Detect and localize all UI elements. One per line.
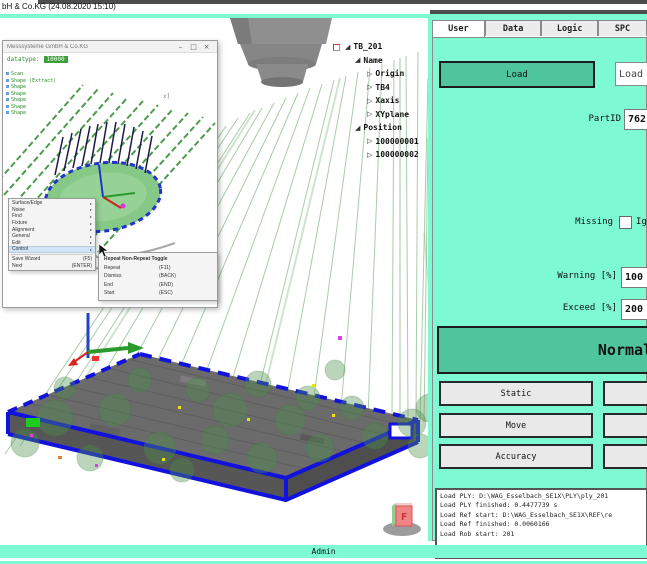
tree-expand-icon[interactable]: ▷ [367,83,372,91]
menu-item-next[interactable]: Next(ENTER) [9,262,95,269]
clipped-button-3[interactable] [603,444,647,469]
menu-item-find[interactable]: Find▸ [9,213,95,220]
tree-node-position[interactable]: ◢Position [345,121,428,135]
warning-label: Warning [%] [493,271,617,281]
load-status-box: Load [615,62,647,86]
status-bar: Admin [0,545,647,558]
logged-in-user: Admin [311,547,335,556]
menu-item-save[interactable]: Save Wizard(F5) [9,256,95,263]
minimize-icon[interactable]: – [174,43,187,51]
clipped-button-1[interactable] [603,381,647,406]
context-menu[interactable]: Surface/Edge▸ Noise▸ Find▸ Fixture▸ Alig… [8,198,96,271]
panel-body: Load Load PartID 762 Missing Ignore Warn… [432,37,647,541]
menu-separator [11,254,93,255]
axis-annotation: x] [163,93,170,100]
submenu-arrow-icon: ▸ [90,221,92,226]
submenu-arrow-icon: ▸ [90,214,92,219]
tree-node-tb4[interactable]: ▷TB4 [345,81,428,95]
inner-window-titlebar[interactable]: Messsysteme GmbH & Co.KG – □ × [3,41,217,53]
submenu-header: Repeat Non-Repeat Toggle [99,255,217,264]
host-window-title: bH & Co.KG (24.08.2020 15:10) [2,2,116,11]
submenu-arrow-icon: ▸ [90,201,92,206]
missing-label: Missing [513,217,613,227]
3d-viewport[interactable]: ◢TB_201 ◢Name ▷Origin ▷TB4 ▷Xaxis ▷XYpla… [0,18,428,541]
tab-user[interactable]: User [432,20,485,37]
tree-node-100000002[interactable]: ▷100000002 [345,148,428,162]
origin-marker-icon [333,44,340,51]
tab-data[interactable]: Data [485,20,542,36]
exceed-label: Exceed [%] [493,303,617,313]
tree-expand-icon[interactable]: ▷ [367,137,372,145]
feature-tree[interactable]: ◢TB_201 ◢Name ▷Origin ▷TB4 ▷Xaxis ▷XYpla… [345,40,428,162]
mouse-cursor-icon [98,244,110,258]
missing-suffix-label: Ignore [636,217,647,227]
status-normal-button[interactable]: Normal [437,326,647,374]
cylinder-fixture [230,18,332,87]
context-submenu[interactable]: Repeat Non-Repeat Toggle Repeat(F11) Dis… [98,252,218,301]
view-cube-left-face [392,503,396,526]
scan-item-list[interactable]: Scan Shape (Extract) Shape Shape Shape S… [6,71,56,117]
menu-item-fixture[interactable]: Fixture▸ [9,220,95,227]
tree-expand-icon[interactable]: ▷ [367,97,372,105]
submenu-item-end[interactable]: End(END) [99,281,217,290]
submenu-arrow-icon: ▸ [90,247,92,252]
panel-tabs: User Data Logic SPC [432,20,647,37]
submenu-item-dismiss[interactable]: Dismiss(BACK) [99,272,217,281]
tree-expand-icon[interactable]: ◢ [355,56,360,64]
menu-item-noise[interactable]: Noise▸ [9,207,95,214]
submenu-arrow-icon: ▸ [90,227,92,232]
log-line: Load Ref start: D:\WAG_Esselbach_SE1X\RE… [440,511,643,520]
log-line: Load Rob start: 201 [440,530,643,539]
maximize-icon[interactable]: □ [187,43,200,51]
control-panel: User Data Logic SPC Load Load PartID 762… [432,20,647,541]
inner-window-toolbar: datatype: 10000 [7,56,68,63]
warning-field[interactable]: 100 [621,267,647,288]
tree-node-name[interactable]: ◢Name [345,54,428,68]
tree-expand-icon[interactable]: ▷ [367,151,372,159]
tree-node-origin[interactable]: ▷Origin [345,67,428,81]
submenu-item-repeat[interactable]: Repeat(F11) [99,264,217,273]
datatype-badge: 10000 [44,56,68,63]
inner-window-title: Messsysteme GmbH & Co.KG [7,44,174,50]
tab-logic[interactable]: Logic [541,20,598,36]
clipped-button-2[interactable] [603,413,647,438]
datatype-label: datatype: [7,56,40,63]
move-button[interactable]: Move [439,413,593,438]
menu-item-control[interactable]: Control▸ [9,246,95,253]
partid-label: PartID [523,114,621,124]
submenu-arrow-icon: ▸ [90,240,92,245]
menu-item-edit[interactable]: Edit▸ [9,240,95,247]
list-item[interactable]: Shape [6,110,56,117]
view-cube[interactable]: F [380,496,424,538]
menu-item-surface-edge[interactable]: Surface/Edge▸ [9,200,95,207]
log-line: Load Ref finished: 0.0060166 [440,520,643,529]
log-line: Load PLY: D:\WAG_Esselbach_SE1X\PLY\ply_… [440,492,643,501]
log-line: Load PLY finished: 0.4477739 s [440,501,643,510]
tree-expand-icon[interactable]: ◢ [355,124,360,132]
submenu-arrow-icon: ▸ [90,207,92,212]
menu-item-general[interactable]: General▸ [9,233,95,240]
background-window-edge [38,0,647,4]
accuracy-button[interactable]: Accuracy [439,444,593,469]
partid-field[interactable]: 762 [624,109,647,130]
tree-expand-icon[interactable]: ▷ [367,110,372,118]
load-button[interactable]: Load [439,61,595,88]
missing-checkbox[interactable] [619,216,632,229]
static-button[interactable]: Static [439,381,593,406]
tree-node-xyplane[interactable]: ▷XYplane [345,108,428,122]
view-cube-front-label: F [401,512,407,523]
close-icon[interactable]: × [200,43,213,51]
tab-spc[interactable]: SPC [598,20,647,36]
app-window: bH & Co.KG (24.08.2020 15:10) [0,0,647,564]
tree-expand-icon[interactable]: ◢ [345,43,350,51]
tree-node-tb201[interactable]: ◢TB_201 [345,40,428,54]
submenu-arrow-icon: ▸ [90,234,92,239]
tree-node-xaxis[interactable]: ▷Xaxis [345,94,428,108]
tree-expand-icon[interactable]: ▷ [367,70,372,78]
main-area: ◢TB_201 ◢Name ▷Origin ▷TB4 ▷Xaxis ▷XYpla… [0,18,647,541]
submenu-item-start[interactable]: Start(ESC) [99,289,217,298]
exceed-field[interactable]: 200 [621,299,647,320]
tree-node-100000001[interactable]: ▷100000001 [345,135,428,149]
menu-item-alignment[interactable]: Alignment▸ [9,226,95,233]
